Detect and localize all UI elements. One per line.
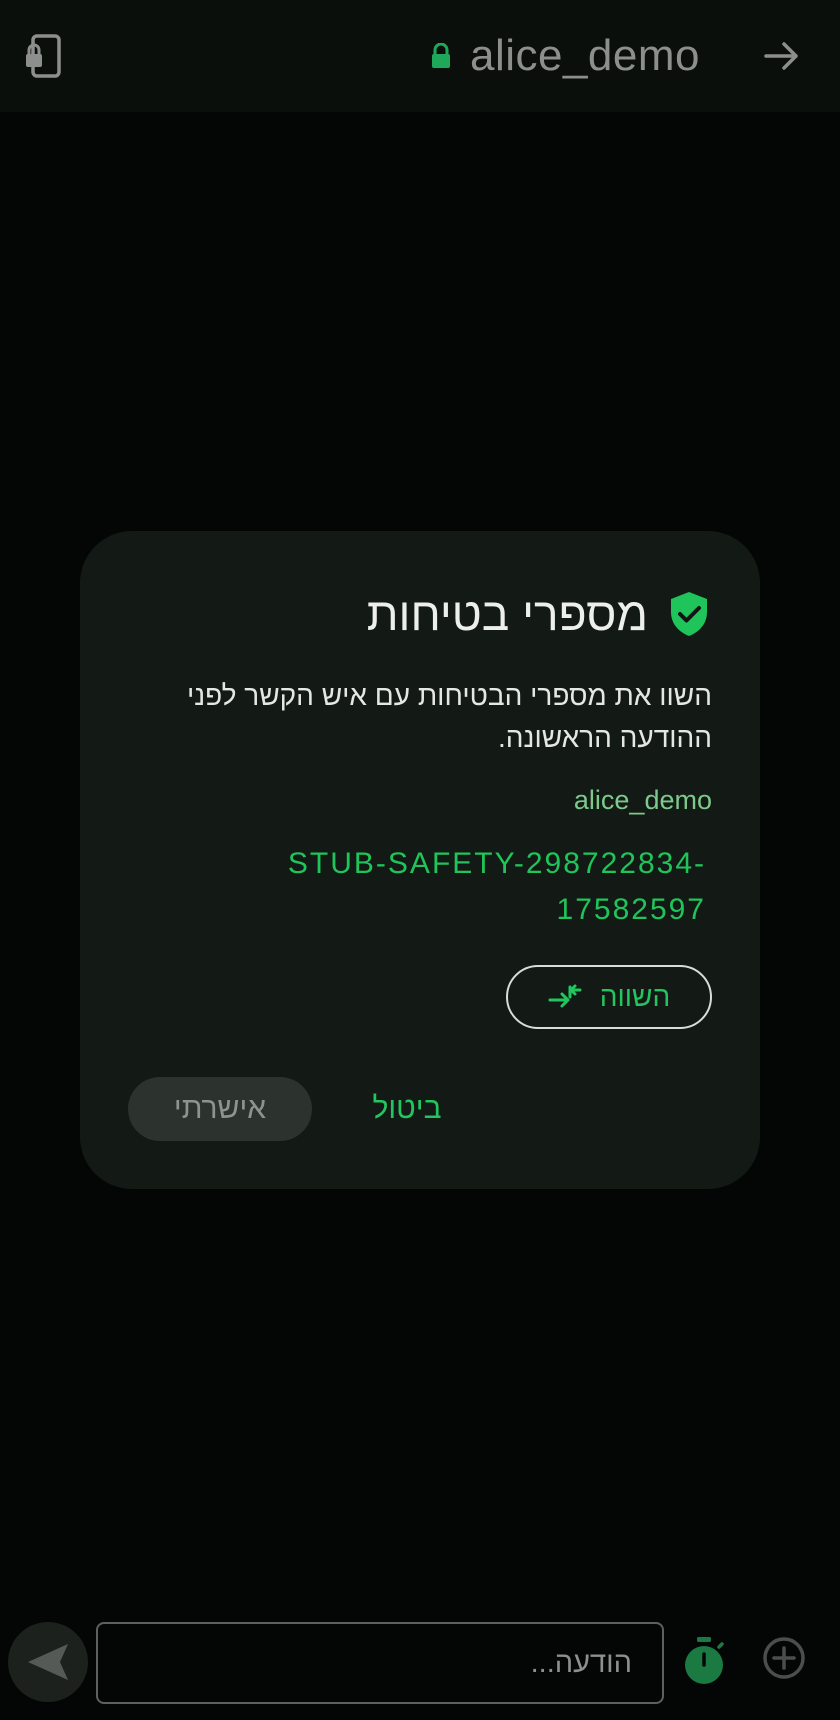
arrow-forward-icon: [764, 42, 798, 70]
message-composer: הודעה...: [0, 1612, 840, 1712]
message-input[interactable]: הודעה...: [96, 1622, 664, 1704]
send-icon: [28, 1644, 68, 1680]
device-lock-icon: [26, 34, 61, 78]
back-button[interactable]: [754, 28, 810, 84]
lock-icon: [431, 43, 450, 68]
add-circle-icon: [763, 1637, 805, 1679]
chat-title: alice_demo: [469, 31, 700, 80]
top-bar: alice_demo: [0, 0, 840, 112]
compare-button[interactable]: השווה: [506, 965, 712, 1029]
send-button[interactable]: [8, 1622, 88, 1702]
safety-numbers-dialog: מספרי בטיחות השוו את מספרי הבטיחות עם אי…: [80, 531, 760, 1189]
timer-icon: [685, 1637, 724, 1684]
cancel-button[interactable]: ביטול: [352, 1077, 462, 1141]
compare-arrows-icon: [548, 984, 582, 1008]
message-placeholder: הודעה...: [530, 1646, 632, 1679]
dialog-actions: ביטול אישרתי: [128, 1077, 712, 1143]
dialog-description: השוו את מספרי הבטיחות עם איש הקשר לפני ה…: [186, 680, 712, 753]
chat-screen: alice_demo מספרי בטיחות השוו את מספרי הב…: [0, 0, 840, 1720]
dialog-title: מספרי בטיחות: [366, 588, 648, 640]
compare-label: השווה: [599, 981, 671, 1012]
shield-check-icon: [671, 592, 707, 636]
timer-button[interactable]: [678, 1630, 730, 1692]
confirm-button[interactable]: אישרתי: [128, 1077, 312, 1141]
dialog-header: מספרי בטיחות: [367, 587, 710, 641]
device-lock-button[interactable]: [14, 28, 70, 84]
contact-name: alice_demo: [573, 785, 712, 815]
add-button[interactable]: [758, 1632, 810, 1684]
chat-title-group: alice_demo: [430, 26, 700, 86]
safety-code: STUB-SAFETY-298722834-17582597: [287, 847, 706, 926]
